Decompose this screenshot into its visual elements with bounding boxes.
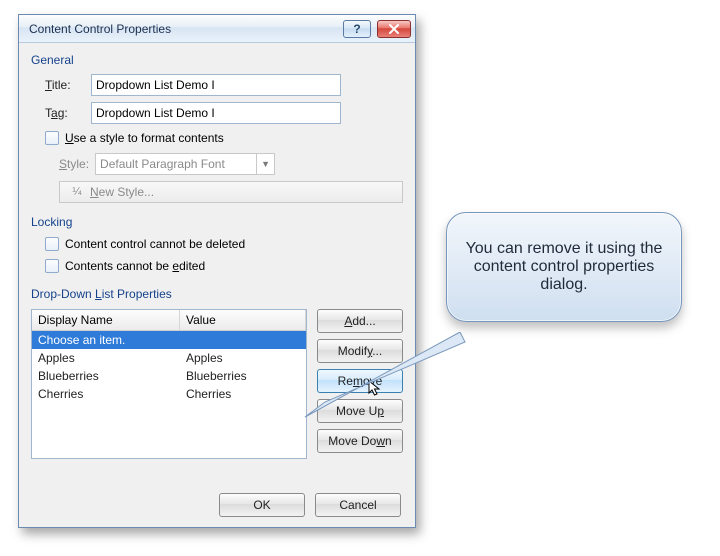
list-side-buttons: Add... Modify... Remove Move Up Move Dow… [317, 309, 403, 481]
row-tag: Tag: [45, 102, 403, 124]
style-combo: Default Paragraph Font ▼ [95, 153, 275, 175]
col-display-name[interactable]: Display Name [32, 310, 180, 330]
row-title: Title: [45, 74, 403, 96]
list-header: Display Name Value [32, 310, 306, 331]
close-icon [388, 24, 400, 34]
dropdown-list-area: Display Name Value Choose an item. Apple… [31, 309, 403, 481]
lock-edit-checkbox[interactable] [45, 259, 59, 273]
remove-button[interactable]: Remove [317, 369, 403, 393]
section-dropdown: Drop-Down List Properties [31, 287, 403, 301]
move-up-button[interactable]: Move Up [317, 399, 403, 423]
help-button[interactable]: ? [343, 20, 371, 38]
style-label: Style: [59, 157, 89, 171]
content-control-properties-dialog: Content Control Properties ? General Tit… [18, 14, 416, 528]
chevron-down-icon: ▼ [256, 154, 274, 174]
new-style-icon: ¼ [70, 185, 84, 199]
use-style-label: Use a style to format contents [65, 131, 224, 145]
dialog-footer: OK Cancel [31, 493, 403, 517]
title-label: Title: [45, 78, 85, 92]
callout-text: You can remove it using the content cont… [465, 240, 663, 294]
lock-delete-label: Content control cannot be deleted [65, 237, 245, 251]
annotation-callout: You can remove it using the content cont… [446, 212, 682, 322]
title-input[interactable] [91, 74, 341, 96]
tag-input[interactable] [91, 102, 341, 124]
list-row[interactable]: Blueberries Blueberries [32, 367, 306, 385]
titlebar: Content Control Properties ? [19, 15, 415, 43]
new-style-label: New Style... [90, 185, 154, 199]
lock-delete-checkbox[interactable] [45, 237, 59, 251]
close-button[interactable] [377, 20, 411, 38]
dropdown-listbox[interactable]: Display Name Value Choose an item. Apple… [31, 309, 307, 459]
list-row[interactable]: Choose an item. [32, 331, 306, 349]
list-row[interactable]: Cherries Cherries [32, 385, 306, 403]
section-locking: Locking [31, 215, 403, 229]
modify-button[interactable]: Modify... [317, 339, 403, 363]
dialog-title: Content Control Properties [29, 22, 337, 36]
lock-delete-row: Content control cannot be deleted [45, 237, 403, 251]
use-style-checkbox[interactable] [45, 131, 59, 145]
new-style-button: ¼ New Style... [59, 181, 403, 203]
lock-edit-label: Contents cannot be edited [65, 259, 205, 273]
list-row[interactable]: Apples Apples [32, 349, 306, 367]
ok-button[interactable]: OK [219, 493, 305, 517]
dialog-body: General Title: Tag: Use a style to forma… [19, 43, 415, 527]
list-body: Choose an item. Apples Apples Blueberrie… [32, 331, 306, 458]
add-button[interactable]: Add... [317, 309, 403, 333]
lock-edit-row: Contents cannot be edited [45, 259, 403, 273]
tag-label: Tag: [45, 106, 85, 120]
section-general: General [31, 53, 403, 67]
style-row: Style: Default Paragraph Font ▼ [59, 153, 403, 175]
style-combo-value: Default Paragraph Font [100, 157, 225, 171]
use-style-row: Use a style to format contents [45, 131, 403, 145]
col-value[interactable]: Value [180, 310, 306, 330]
cancel-button[interactable]: Cancel [315, 493, 401, 517]
move-down-button[interactable]: Move Down [317, 429, 403, 453]
